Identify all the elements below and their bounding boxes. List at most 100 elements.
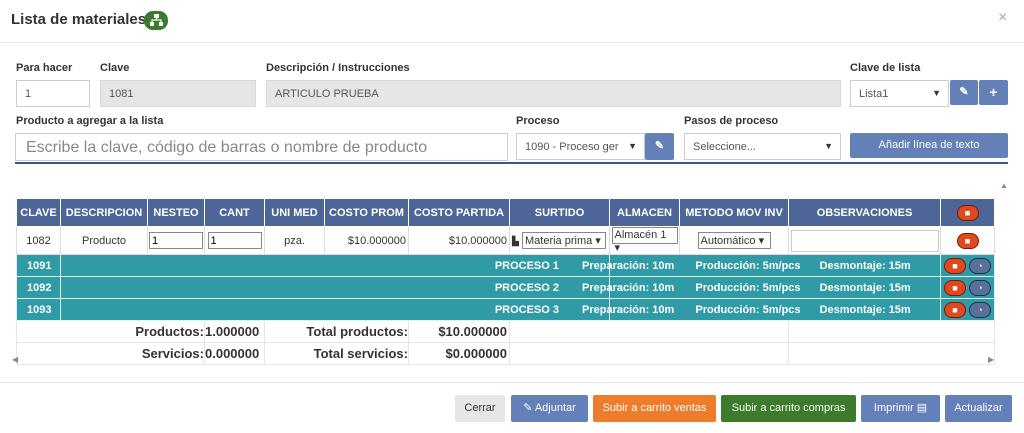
- scroll-left-icon[interactable]: ◀: [12, 355, 18, 364]
- col-metodo: METODO MOV INV: [679, 198, 789, 227]
- delete-process-button[interactable]: ■: [943, 279, 966, 296]
- table-row: 1082 Producto pza. $10.000000 $10.000000…: [16, 226, 995, 255]
- factory-icon: ▙: [512, 236, 519, 246]
- process-prod: Producción: 5m/pcs: [695, 281, 801, 294]
- cell-clave: 1082: [16, 226, 61, 255]
- paperclip-icon: ✎: [523, 402, 533, 414]
- productos-label: Productos:: [16, 320, 205, 343]
- pencil-icon: ✎: [959, 86, 969, 98]
- process-desm: Desmontaje: 15m: [819, 303, 911, 316]
- process-clave: 1092: [16, 276, 61, 299]
- chevron-down-icon: ▼: [628, 141, 637, 151]
- pasos-select[interactable]: Seleccione... ▼: [684, 133, 841, 160]
- cant-input[interactable]: [207, 232, 262, 249]
- clave-input[interactable]: 1081: [100, 80, 256, 107]
- para-hacer-label: Para hacer: [16, 62, 73, 74]
- pencil-icon: ✎: [654, 140, 665, 152]
- col-uni-med: UNI MED: [264, 198, 325, 227]
- cell-descripcion: Producto: [60, 226, 148, 255]
- scroll-up-icon[interactable]: ▲: [1000, 181, 1008, 190]
- cell-costo-prom: $10.000000: [324, 226, 409, 255]
- producto-search-input[interactable]: Escribe la clave, código de barras o nom…: [15, 133, 508, 161]
- imprimir-label: Imprimir: [873, 402, 914, 414]
- process-row: 1091 PROCESO 1 Preparación: 10m Producci…: [16, 254, 995, 277]
- modal-title: Lista de materiales: [11, 11, 147, 28]
- carrito-compras-button[interactable]: Subir a carrito compras: [721, 395, 856, 422]
- edit-proceso-button[interactable]: ✎: [645, 133, 674, 160]
- cell-costo-partida: $10.000000: [408, 226, 510, 255]
- modal-header: Lista de materiales ×: [0, 0, 1024, 43]
- process-desm: Desmontaje: 15m: [819, 259, 911, 272]
- cerrar-button[interactable]: Cerrar: [455, 395, 505, 422]
- carrito-ventas-button[interactable]: Subir a carrito ventas: [593, 395, 716, 422]
- pasos-label: Pasos de proceso: [684, 115, 779, 127]
- trash-icon: ■: [964, 207, 971, 218]
- sitemap-icon: [144, 11, 168, 30]
- servicios-label: Servicios:: [16, 342, 205, 365]
- clave-lista-select[interactable]: Lista1 ▼: [850, 80, 949, 107]
- delete-row-button[interactable]: ■: [956, 232, 979, 249]
- chevron-down-icon: ▼: [824, 141, 833, 151]
- add-text-line-button[interactable]: Añadir línea de texto: [850, 133, 1008, 158]
- scroll-right-icon[interactable]: ▶: [988, 355, 994, 364]
- printer-icon: ▤: [916, 402, 928, 414]
- surtido-select[interactable]: Materia prima ▾: [521, 232, 606, 249]
- col-descripcion: DESCRIPCION: [60, 198, 148, 227]
- delete-process-button[interactable]: ■: [943, 257, 966, 274]
- almacen-select[interactable]: Almacén 1 ▾: [611, 227, 678, 254]
- delete-process-button[interactable]: ■: [943, 301, 966, 318]
- process-name: PROCESO 2: [60, 276, 610, 299]
- total-servicios-label: Total servicios:: [264, 342, 409, 365]
- para-hacer-input[interactable]: 1: [16, 80, 90, 107]
- clave-label: Clave: [100, 62, 130, 74]
- clave-lista-label: Clave de lista: [850, 62, 921, 74]
- pasos-value: Seleccione...: [693, 141, 756, 153]
- trash-icon: ■: [952, 260, 958, 271]
- process-prep: Preparación: 10m: [582, 259, 675, 272]
- clock-icon: ◔: [977, 304, 983, 315]
- edit-list-button[interactable]: ✎: [950, 80, 978, 105]
- process-prod: Producción: 5m/pcs: [695, 303, 801, 316]
- imprimir-button[interactable]: Imprimir ▤: [861, 395, 940, 422]
- plus-icon: +: [989, 84, 998, 100]
- totals-row: Servicios: 0.000000 Total servicios: $0.…: [16, 342, 995, 365]
- trash-icon: ■: [952, 282, 958, 293]
- proceso-value: 1090 - Proceso ger: [525, 141, 619, 153]
- process-time-button[interactable]: ◔: [969, 257, 992, 274]
- materials-table: CLAVE DESCRIPCION NESTEO CANT UNI MED CO…: [16, 198, 995, 365]
- metodo-select[interactable]: Automático ▾: [697, 232, 771, 249]
- delete-all-button[interactable]: ■: [956, 204, 979, 221]
- process-name: PROCESO 1: [60, 254, 610, 277]
- surtido-value: Materia prima: [524, 235, 593, 247]
- metodo-value: Automático: [700, 235, 756, 247]
- process-time-button[interactable]: ◔: [969, 279, 992, 296]
- close-icon[interactable]: ×: [998, 9, 1007, 27]
- total-productos-label: Total productos:: [264, 320, 409, 343]
- clock-icon: ◔: [977, 282, 983, 293]
- process-time-button[interactable]: ◔: [969, 301, 992, 318]
- adjuntar-label: Adjuntar: [534, 402, 576, 414]
- total-productos-value: $10.000000: [408, 320, 510, 343]
- adjuntar-button[interactable]: ✎ Adjuntar: [511, 395, 588, 422]
- col-observaciones: OBSERVACIONES: [788, 198, 941, 227]
- nesteo-input[interactable]: [149, 232, 203, 249]
- col-nesteo: NESTEO: [147, 198, 205, 227]
- proceso-select[interactable]: 1090 - Proceso ger ▼: [516, 133, 645, 160]
- total-servicios-value: $0.000000: [408, 342, 510, 365]
- actualizar-button[interactable]: Actualizar: [945, 395, 1012, 422]
- trash-icon: ■: [964, 235, 971, 246]
- observaciones-input[interactable]: [790, 229, 939, 252]
- totals-row: Productos: 1.000000 Total productos: $10…: [16, 320, 995, 343]
- proceso-label: Proceso: [516, 115, 560, 127]
- table-header-row: CLAVE DESCRIPCION NESTEO CANT UNI MED CO…: [16, 198, 995, 227]
- descripcion-input[interactable]: ARTICULO PRUEBA: [266, 80, 841, 107]
- col-surtido: SURTIDO: [509, 198, 610, 227]
- process-prep: Preparación: 10m: [582, 303, 675, 316]
- col-costo-partida: COSTO PARTIDA: [408, 198, 510, 227]
- cell-uni-med: pza.: [264, 226, 325, 255]
- add-list-button[interactable]: +: [979, 80, 1008, 105]
- trash-icon: ■: [952, 304, 958, 315]
- servicios-value: 0.000000: [204, 342, 265, 365]
- col-cant: CANT: [204, 198, 265, 227]
- process-prep: Preparación: 10m: [582, 281, 675, 294]
